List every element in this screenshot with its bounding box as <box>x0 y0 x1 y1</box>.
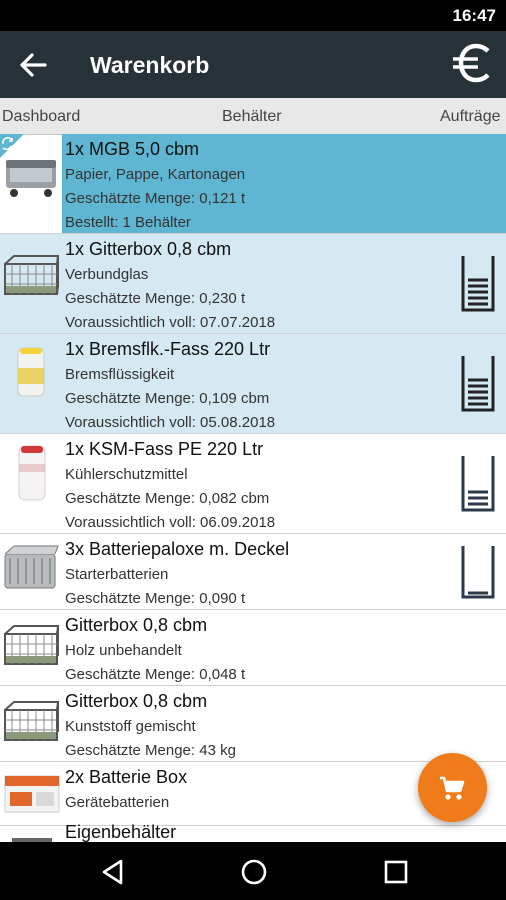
page-title: Warenkorb <box>90 52 210 78</box>
item-material: Bremsflüssigkeit <box>65 366 175 383</box>
status-bar: 16:47 <box>0 0 506 31</box>
tab-auftraege[interactable]: Aufträge <box>440 108 500 126</box>
arrow-left-icon[interactable] <box>18 51 48 79</box>
gitterbox-image <box>4 701 60 741</box>
gitterbox-image <box>4 625 60 665</box>
item-content: 1x Gitterbox 0,8 cbm Verbundglas Geschät… <box>62 234 506 333</box>
list-item[interactable]: 1x KSM-Fass PE 220 Ltr Kühlerschutzmitte… <box>0 434 506 534</box>
fill-level-icon <box>461 356 495 412</box>
sync-icon <box>0 134 24 158</box>
item-content: 1x MGB 5,0 cbm Papier, Pappe, Kartonagen… <box>62 134 506 233</box>
battery-box-image <box>4 775 60 813</box>
gitterbox-image <box>4 255 60 295</box>
fill-level-icon <box>461 456 495 512</box>
item-title: 1x KSM-Fass PE 220 Ltr <box>65 439 264 459</box>
item-material: Starterbatterien <box>65 566 169 583</box>
item-title: 1x Gitterbox 0,8 cbm <box>65 239 232 259</box>
item-material: Kunststoff gemischt <box>65 718 196 735</box>
item-content: Gitterbox 0,8 cbm Kunststoff gemischt Ge… <box>62 686 506 761</box>
list-item[interactable]: Eigenbehälter <box>0 822 506 842</box>
item-title: Eigenbehälter <box>65 822 177 842</box>
item-quantity: Geschätzte Menge: 0,230 t <box>65 290 246 307</box>
list-item[interactable]: 3x Batteriepaloxe m. Deckel Starterbatte… <box>0 534 506 610</box>
home-circle-icon[interactable] <box>240 858 268 886</box>
list-item[interactable]: 1x MGB 5,0 cbm Papier, Pappe, Kartonagen… <box>0 134 506 234</box>
item-quantity: Geschätzte Menge: 0,082 cbm <box>65 490 270 507</box>
item-material: Gerätebatterien <box>65 794 170 811</box>
item-quantity: Geschätzte Menge: 43 kg <box>65 742 236 759</box>
brake-fluid-drum-image <box>17 347 45 397</box>
item-material: Verbundglas <box>65 266 149 283</box>
fill-level-icon <box>461 546 495 599</box>
item-full-date: Voraussichtlich voll: 06.09.2018 <box>65 514 276 531</box>
list-item[interactable]: Gitterbox 0,8 cbm Kunststoff gemischt Ge… <box>0 686 506 762</box>
item-quantity: Geschätzte Menge: 0,121 t <box>65 190 246 207</box>
euro-icon[interactable] <box>450 41 494 85</box>
list-item[interactable]: 1x Bremsflk.-Fass 220 Ltr Bremsflüssigke… <box>0 334 506 434</box>
item-quantity: Geschätzte Menge: 0,109 cbm <box>65 390 270 407</box>
item-title: Gitterbox 0,8 cbm <box>65 615 208 635</box>
item-title: Gitterbox 0,8 cbm <box>65 691 208 711</box>
battery-pallet-box-image <box>4 545 59 589</box>
list-item[interactable]: 1x Gitterbox 0,8 cbm Verbundglas Geschät… <box>0 234 506 334</box>
cart-fab-button[interactable] <box>418 753 487 822</box>
cart-list: 1x MGB 5,0 cbm Papier, Pappe, Kartonagen… <box>0 134 506 842</box>
item-title: 2x Batterie Box <box>65 767 188 787</box>
item-content: Gitterbox 0,8 cbm Holz unbehandelt Gesch… <box>62 610 506 685</box>
item-ordered: Bestellt: 1 Behälter <box>65 214 191 231</box>
item-content: 1x Bremsflk.-Fass 220 Ltr Bremsflüssigke… <box>62 334 506 433</box>
item-title: 1x MGB 5,0 cbm <box>65 139 200 159</box>
status-time: 16:47 <box>452 6 496 25</box>
shopping-cart-icon <box>440 776 465 800</box>
tab-dashboard[interactable]: Dashboard <box>2 108 80 126</box>
recents-square-icon[interactable] <box>382 858 410 886</box>
item-title: 1x Bremsflk.-Fass 220 Ltr <box>65 339 271 359</box>
tab-bar: Dashboard Behälter Aufträge <box>0 98 506 135</box>
own-container-image <box>12 838 52 842</box>
tab-behaelter[interactable]: Behälter <box>222 108 282 126</box>
item-material: Papier, Pappe, Kartonagen <box>65 166 246 183</box>
coolant-drum-image <box>18 445 46 501</box>
item-full-date: Voraussichtlich voll: 07.07.2018 <box>65 314 276 331</box>
back-triangle-icon[interactable] <box>99 858 127 886</box>
item-content: Eigenbehälter <box>62 822 506 842</box>
item-material: Holz unbehandelt <box>65 642 182 659</box>
item-material: Kühlerschutzmittel <box>65 466 188 483</box>
item-title: 3x Batteriepaloxe m. Deckel <box>65 539 290 559</box>
app-bar: Warenkorb <box>0 31 506 98</box>
system-nav-bar <box>0 842 506 900</box>
list-item[interactable]: Gitterbox 0,8 cbm Holz unbehandelt Gesch… <box>0 610 506 686</box>
item-content: 3x Batteriepaloxe m. Deckel Starterbatte… <box>62 534 506 609</box>
item-quantity: Geschätzte Menge: 0,090 t <box>65 590 246 607</box>
item-content: 1x KSM-Fass PE 220 Ltr Kühlerschutzmitte… <box>62 434 506 533</box>
fill-level-icon <box>461 256 495 312</box>
item-quantity: Geschätzte Menge: 0,048 t <box>65 666 246 683</box>
item-full-date: Voraussichtlich voll: 05.08.2018 <box>65 414 276 431</box>
